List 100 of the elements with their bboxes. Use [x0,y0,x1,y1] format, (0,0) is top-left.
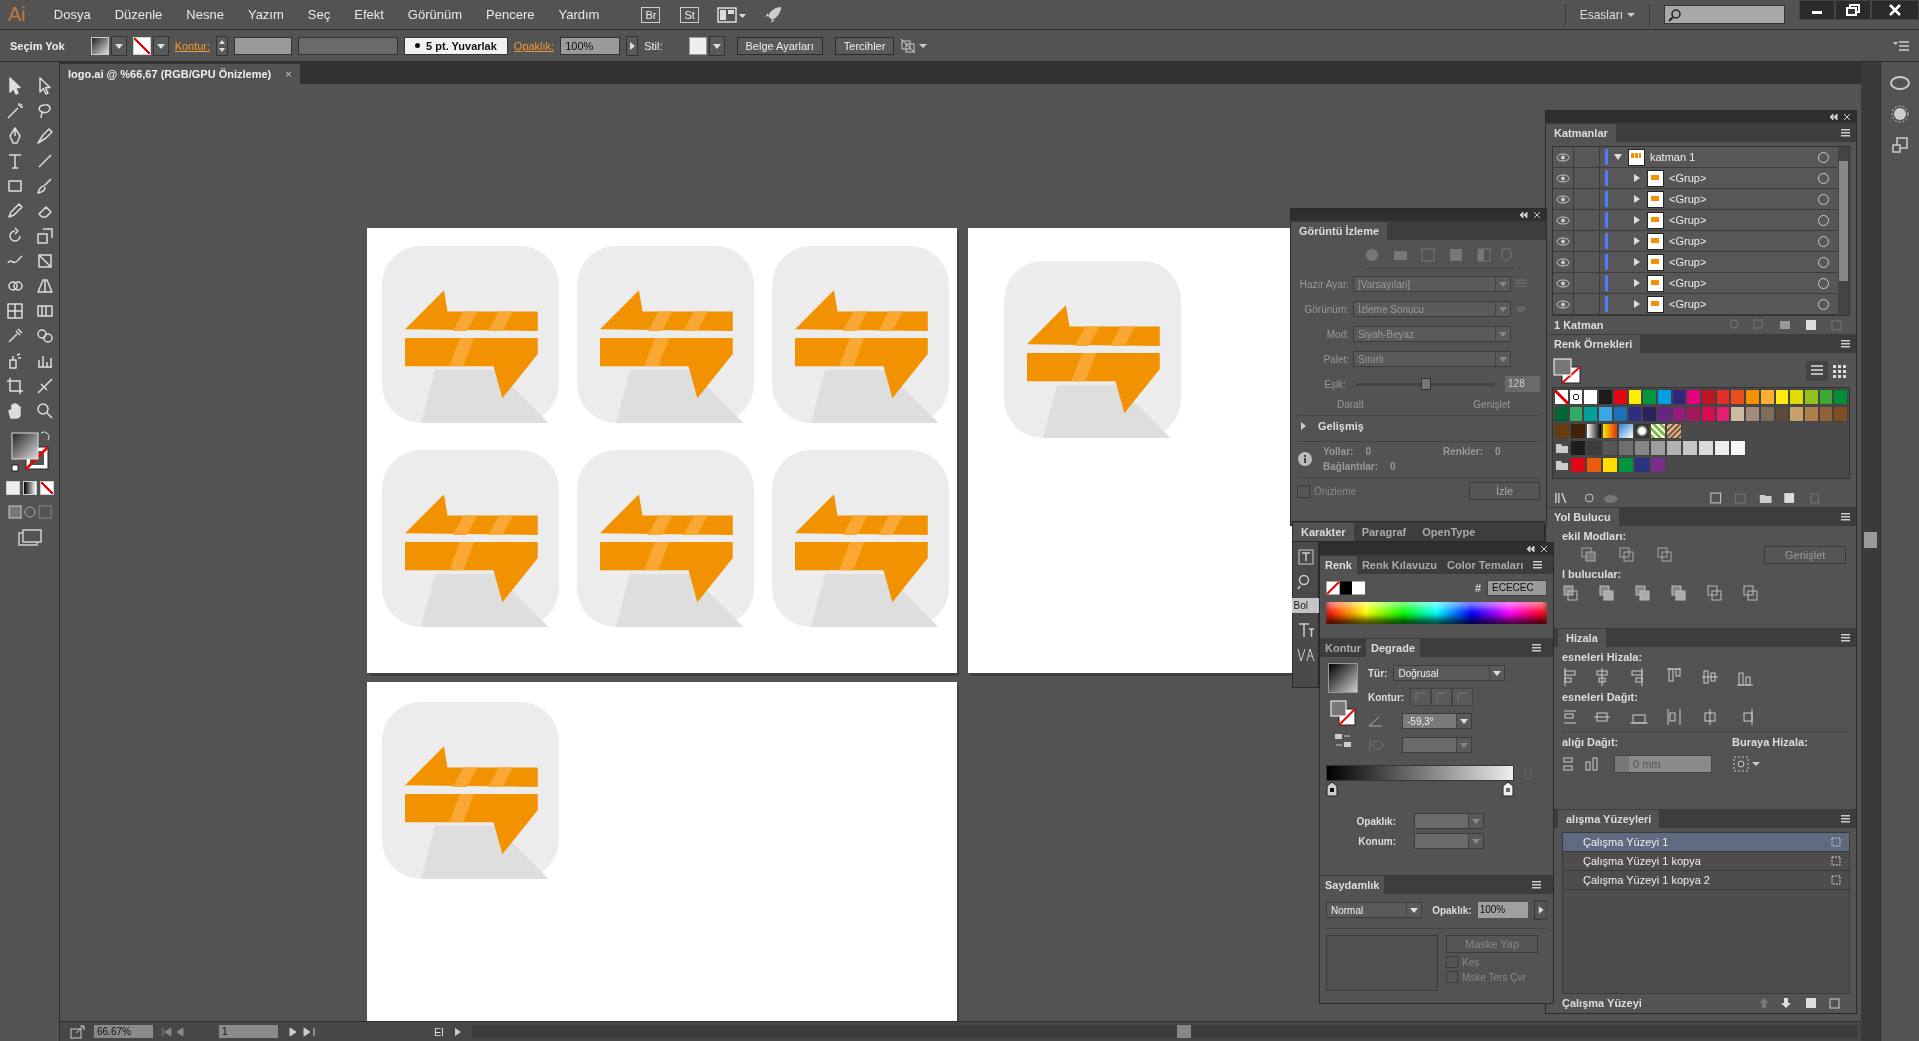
app-launcher[interactable]: St [680,6,699,23]
collapse-close-icon[interactable] [1518,211,1542,219]
profile-dropdown[interactable] [298,36,399,55]
minimize-icon[interactable] [1799,0,1835,20]
color-swatch[interactable] [1650,440,1666,456]
fill-dropdown[interactable] [90,35,127,56]
color-swatch[interactable] [1650,457,1666,473]
panel-tab[interactable]: Renk [1320,556,1357,574]
panel-tab[interactable]: Paragraf [1353,523,1415,541]
color-swatch[interactable] [1666,440,1682,456]
color-swatch[interactable] [1833,389,1849,405]
reverse-gradient-icon[interactable] [1334,733,1352,749]
color-swatch[interactable] [1686,406,1702,422]
eye-icon[interactable] [1556,152,1570,162]
triangle-icon[interactable] [1632,236,1642,246]
horizontal-scrollbar[interactable] [471,1025,1857,1038]
color-swatch[interactable] [1698,440,1714,456]
menu-item[interactable]: Seç [297,7,341,22]
panel-tab[interactable]: Saydamlık [1320,876,1385,894]
toolbar-button[interactable]: Belge Ayarları [736,36,823,55]
color-swatch[interactable] [1598,406,1613,422]
eye-icon[interactable] [1556,236,1570,246]
menu-item[interactable]: Yardım [548,7,610,22]
color-swatch[interactable] [1642,389,1657,405]
artboard-row[interactable]: Çalışma Yüzeyi 1 [1563,833,1849,852]
share-icon[interactable] [70,1024,86,1039]
pen-icon[interactable] [34,126,55,146]
color-swatch[interactable] [1570,423,1586,439]
font-style-field[interactable]: Bol [1291,598,1320,613]
restore-icon[interactable] [1835,0,1871,20]
aspect-field[interactable] [1402,737,1472,753]
pattern-swatch[interactable] [1666,423,1682,439]
color-swatch[interactable] [1789,406,1804,422]
panel-tab[interactable]: Renk Kılavuzu [1356,556,1443,574]
text-frame-icon[interactable] [1296,548,1315,566]
pattern-swatch[interactable] [1634,423,1650,439]
layer-row[interactable]: <Grup> [1553,210,1837,231]
triangle-icon[interactable] [1632,278,1642,288]
color-swatch[interactable] [1618,440,1634,456]
color-swatch[interactable] [1634,440,1650,456]
color-stop-icon[interactable] [1502,781,1514,797]
color-swatch[interactable] [1570,457,1586,473]
collapse-close-icon[interactable] [1525,545,1549,553]
panel-tab[interactable]: Kontur [1320,639,1367,657]
color-swatch[interactable] [1701,389,1716,405]
gradient-mode-button[interactable] [22,481,37,495]
artboard-number-field[interactable]: 1 [219,1025,278,1038]
gradient-swatch[interactable] [1602,423,1618,439]
color-swatch[interactable] [1730,440,1746,456]
color-swatch[interactable] [1634,457,1650,473]
color-swatch[interactable] [1714,440,1730,456]
close-icon[interactable] [1871,0,1919,20]
panel-tab[interactable]: Katmanlar [1546,124,1616,142]
workspace-switcher[interactable]: Esasları [1579,7,1623,22]
search-field[interactable] [1664,5,1785,24]
toolbar-button[interactable]: Tercihler [834,36,895,55]
checkbox[interactable] [1446,971,1458,983]
stroke-weight-field[interactable] [234,36,293,55]
eye-icon[interactable] [1556,215,1570,225]
layer-row[interactable]: katman 1 [1553,147,1837,168]
menu-item[interactable]: Düzenle [104,7,173,22]
none-mode-button[interactable] [39,481,54,495]
align-to-icon[interactable] [1732,754,1762,774]
caret-icon[interactable] [1627,11,1635,18]
layer-row[interactable]: <Grup> [1553,189,1837,210]
color-swatch[interactable] [1583,406,1599,422]
panel-tab[interactable]: OpenType [1414,523,1484,541]
color-swatch[interactable] [1570,440,1586,456]
layer-row[interactable]: <Grup> [1553,168,1837,189]
color-swatch[interactable] [1730,389,1746,405]
stroke-link[interactable]: Kontur: [174,39,211,52]
blend-mode-dropdown[interactable]: Normal [1326,902,1423,918]
folder-icon[interactable] [1554,457,1570,473]
color-swatch[interactable] [1701,406,1716,422]
slider-thumb[interactable] [1421,377,1432,390]
checkbox[interactable] [1446,956,1458,968]
color-swatch[interactable] [1602,440,1618,456]
eye-icon[interactable] [1556,194,1570,204]
fill-stroke-icon[interactable] [1329,699,1357,727]
panel-tab[interactable]: Degrade [1366,639,1421,657]
layout-icon[interactable] [716,5,747,24]
opacity-field[interactable] [1414,813,1484,829]
eye-icon[interactable] [1556,299,1570,309]
circle-icon[interactable] [1890,104,1910,124]
mesh-icon[interactable] [4,301,25,321]
document-tab[interactable]: logo.ai @ %66,67 (RGB/GPU Önizleme) × [60,64,300,84]
color-swatch[interactable] [1642,406,1657,422]
color-swatch[interactable] [1789,389,1804,405]
opacity-field[interactable]: 100% [1477,902,1528,918]
stepper-icon[interactable] [216,35,229,56]
collapse-close-icon[interactable] [1828,113,1852,121]
color-swatch[interactable] [1554,406,1569,422]
panel-tab[interactable]: Görüntü İzleme [1291,222,1388,240]
draw-modes-icon[interactable] [7,505,52,519]
menu-item[interactable]: Yazım [237,7,294,22]
rocket-icon[interactable] [762,4,783,25]
advanced-toggle[interactable]: Gelişmiş [1297,415,1540,436]
triangle-icon[interactable] [1632,194,1642,204]
transform-icon[interactable] [1891,136,1909,154]
color-swatch[interactable] [1602,457,1618,473]
